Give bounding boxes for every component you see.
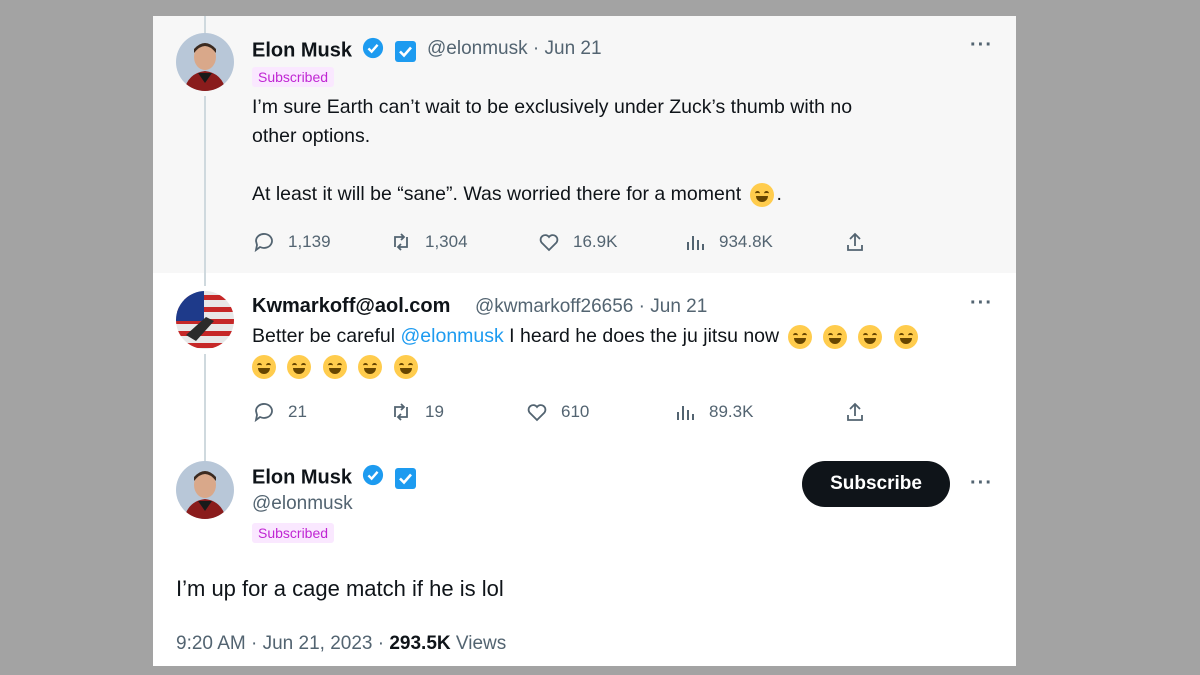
- avatar-elon-2[interactable]: [176, 461, 234, 519]
- tweet3-handle[interactable]: @elonmusk: [252, 493, 353, 515]
- reply-button[interactable]: 1,139: [252, 230, 331, 254]
- views-button[interactable]: 934.8K: [683, 230, 773, 254]
- avatar-elon-1[interactable]: [176, 33, 234, 91]
- thread-line-1: [204, 96, 206, 286]
- tweet1-text-line2: other options.: [252, 125, 371, 147]
- more-icon[interactable]: ···: [970, 34, 993, 57]
- reply-icon: [254, 233, 273, 253]
- rofl-emoji: [287, 354, 312, 379]
- joy-cat-emoji: [358, 354, 383, 379]
- joy-cat-emoji: [893, 324, 918, 349]
- thread-line-2: [204, 354, 206, 464]
- like-button[interactable]: 16.9K: [537, 230, 617, 254]
- laughing-emoji: [393, 354, 418, 379]
- retweet-icon: [394, 233, 408, 251]
- joy-emoji: [858, 324, 883, 349]
- tweet1-handle[interactable]: @elonmusk · Jun 21: [427, 38, 602, 60]
- tweet2-handle[interactable]: @kwmarkoff26656 · Jun 21: [475, 296, 707, 318]
- tweet3-timestamp[interactable]: 9:20 AM · Jun 21, 2023 · 293.5K Views: [176, 633, 506, 655]
- verified-icon: [362, 37, 384, 65]
- more-icon[interactable]: ···: [970, 292, 993, 315]
- subscribe-button[interactable]: Subscribe: [802, 461, 950, 507]
- twitter-square-icon: [395, 40, 417, 62]
- retweet-icon: [394, 403, 408, 421]
- reply-icon: [254, 403, 273, 423]
- reply-button[interactable]: 21: [252, 400, 307, 424]
- share-icon: [847, 402, 863, 421]
- share-button[interactable]: [843, 400, 879, 424]
- tweet-thread-card: Elon Musk @elonmusk · Jun 21 ··· Subscri…: [153, 16, 1016, 666]
- like-button[interactable]: 610: [525, 400, 589, 424]
- subscribed-badge: Subscribed: [252, 67, 335, 87]
- verified-icon: [362, 464, 384, 492]
- subscribed-badge: Subscribed: [252, 523, 335, 543]
- tweet1-author-name[interactable]: Elon Musk: [252, 37, 417, 65]
- avatar-kwmarkoff[interactable]: [176, 291, 234, 349]
- share-icon: [847, 232, 863, 251]
- retweet-button[interactable]: 1,304: [389, 230, 468, 254]
- tweet2-text: Better be careful @elonmusk I heard he d…: [252, 322, 921, 351]
- share-button[interactable]: [843, 230, 879, 254]
- like-icon: [539, 234, 559, 252]
- tweet1-text-line1: I’m sure Earth can’t wait to be exclusiv…: [252, 96, 853, 118]
- views-icon: [677, 406, 694, 420]
- tweet3-author-name[interactable]: Elon Musk: [252, 464, 417, 492]
- tweet3-text: I’m up for a cage match if he is lol: [176, 576, 504, 601]
- twitter-square-icon: [395, 467, 417, 489]
- views-icon: [687, 236, 704, 250]
- views-button[interactable]: 89.3K: [673, 400, 753, 424]
- like-icon: [527, 404, 547, 422]
- laughing-emoji: [787, 324, 812, 349]
- rofl-emoji: [822, 324, 847, 349]
- laughing-emoji: [252, 354, 276, 379]
- joy-emoji: [322, 354, 347, 379]
- tweet1-text-line3: At least it will be “sane”. Was worried …: [252, 182, 782, 207]
- more-icon[interactable]: ···: [970, 472, 993, 495]
- tweet2-emoji-line: [252, 352, 421, 381]
- tweet2-author-name[interactable]: Kwmarkoff@aol.com: [252, 295, 450, 318]
- retweet-button[interactable]: 19: [389, 400, 444, 424]
- sweat-smile-emoji: [749, 182, 774, 207]
- mention-link[interactable]: @elonmusk: [401, 325, 504, 347]
